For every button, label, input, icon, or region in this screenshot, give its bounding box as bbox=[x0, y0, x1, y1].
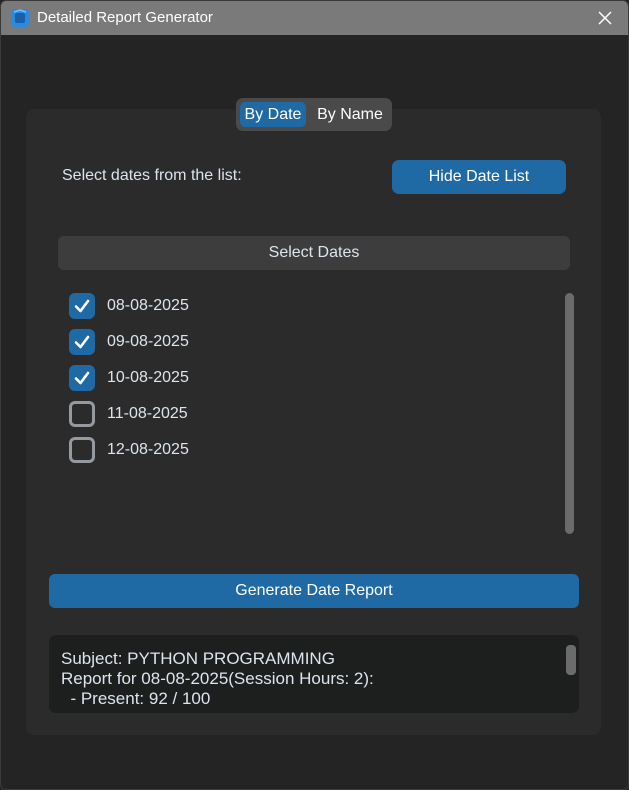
checkmark-icon bbox=[74, 371, 90, 385]
generate-date-report-button[interactable]: Generate Date Report bbox=[49, 574, 579, 608]
date-label: 11-08-2025 bbox=[107, 405, 188, 422]
date-label: 09-08-2025 bbox=[107, 333, 189, 350]
mode-segmented-control: By Date By Name bbox=[236, 98, 392, 131]
checkmark-icon bbox=[74, 299, 90, 313]
checkbox-checked[interactable] bbox=[69, 365, 95, 391]
checkbox-checked[interactable] bbox=[69, 293, 95, 319]
report-line: Report for 08-08-2025(Session Hours: 2): bbox=[61, 669, 374, 688]
checkbox-checked[interactable] bbox=[69, 329, 95, 355]
select-dates-instruction: Select dates from the list: bbox=[62, 167, 242, 184]
report-line: - Present: 92 / 100 bbox=[61, 689, 211, 708]
date-checkbox-row[interactable]: 09-08-2025 bbox=[69, 327, 189, 357]
close-button[interactable] bbox=[582, 1, 628, 35]
date-checkbox-row[interactable]: 12-08-2025 bbox=[69, 435, 189, 465]
app-logo-icon bbox=[11, 9, 29, 27]
report-generator-window: Detailed Report Generator By Date By Nam… bbox=[0, 0, 629, 790]
date-checkbox-row[interactable]: 10-08-2025 bbox=[69, 363, 189, 393]
checkbox-unchecked[interactable] bbox=[69, 437, 95, 463]
date-checkbox-row[interactable]: 08-08-2025 bbox=[69, 291, 189, 321]
report-output-textbox[interactable]: Subject: PYTHON PROGRAMMING Report for 0… bbox=[49, 635, 579, 713]
date-label: 12-08-2025 bbox=[107, 441, 189, 458]
date-list-scrollbar[interactable] bbox=[565, 293, 574, 534]
date-list-header: Select Dates bbox=[58, 236, 570, 270]
close-icon bbox=[598, 11, 612, 25]
hide-date-list-button[interactable]: Hide Date List bbox=[392, 160, 566, 194]
checkbox-unchecked[interactable] bbox=[69, 401, 95, 427]
tab-by-name[interactable]: By Name bbox=[310, 102, 390, 127]
report-line: Subject: PYTHON PROGRAMMING bbox=[61, 649, 335, 668]
window-title: Detailed Report Generator bbox=[37, 9, 213, 26]
report-text: Subject: PYTHON PROGRAMMING Report for 0… bbox=[61, 649, 551, 709]
tab-by-date[interactable]: By Date bbox=[240, 102, 306, 127]
date-label: 08-08-2025 bbox=[107, 297, 189, 314]
report-scrollbar[interactable] bbox=[566, 645, 576, 675]
title-bar[interactable]: Detailed Report Generator bbox=[1, 1, 628, 35]
date-checkbox-row[interactable]: 11-08-2025 bbox=[69, 399, 188, 429]
date-label: 10-08-2025 bbox=[107, 369, 189, 386]
checkmark-icon bbox=[74, 335, 90, 349]
